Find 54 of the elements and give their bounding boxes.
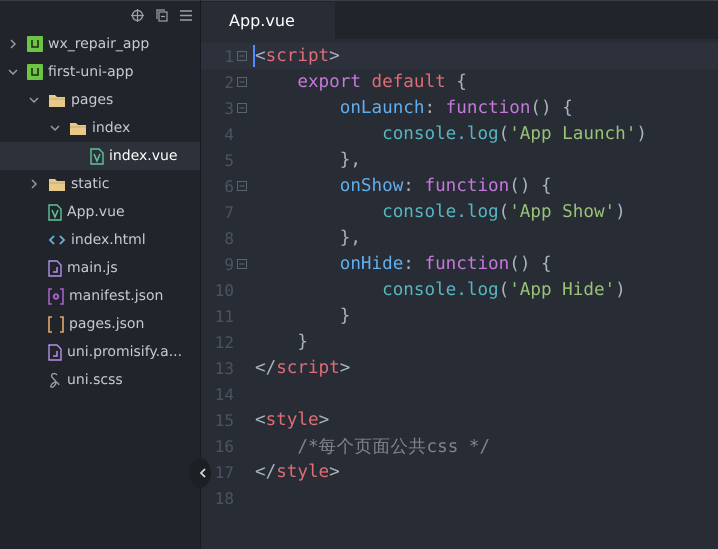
editor-tab[interactable]: App.vue <box>201 2 335 39</box>
code-line: onShow: function() { <box>338 176 552 196</box>
folder-icon <box>69 120 87 136</box>
folder-icon <box>48 92 66 108</box>
tree-item[interactable]: uni.scss <box>0 366 200 394</box>
text-cursor <box>253 45 255 67</box>
code-line: /*每个页面公共css */ <box>296 436 490 458</box>
chevron-down-icon[interactable] <box>8 67 18 77</box>
code-line: </style> <box>255 462 340 482</box>
code-line: export default { <box>296 72 467 92</box>
file-v-icon <box>48 204 62 220</box>
gear-file-icon <box>48 288 64 304</box>
file-v-icon <box>90 148 104 164</box>
code-line: console.log('App Launch') <box>381 124 647 144</box>
project-icon <box>27 64 43 80</box>
code-line: } <box>296 332 308 352</box>
code-line: </script> <box>255 358 350 378</box>
folder-icon <box>48 176 66 192</box>
tree-item[interactable]: wx_repair_app <box>0 30 200 58</box>
collapse-sidebar-button[interactable] <box>189 458 211 488</box>
code-line: console.log('App Hide') <box>381 280 626 300</box>
code-line: } <box>338 306 350 326</box>
tree-item[interactable]: manifest.json <box>0 282 200 310</box>
project-icon <box>27 36 43 52</box>
chevron-down-icon[interactable] <box>50 123 60 133</box>
code-brackets-icon <box>48 234 66 246</box>
chevron-right-icon[interactable] <box>29 179 39 189</box>
code-line: console.log('App Show') <box>381 202 626 222</box>
tree-item[interactable]: pages <box>0 86 200 114</box>
code-line: onLaunch: function() { <box>338 98 573 118</box>
code-line: onHide: function() { <box>338 254 552 274</box>
chevron-right-icon[interactable] <box>8 39 18 49</box>
collapse-all-icon[interactable] <box>156 9 168 22</box>
tree-item[interactable]: index <box>0 114 200 142</box>
code-line: <style> <box>255 410 330 430</box>
chevron-down-icon[interactable] <box>29 95 39 105</box>
locate-icon[interactable] <box>131 9 144 22</box>
tree-item[interactable]: main.js <box>0 254 200 282</box>
code-line: }, <box>338 228 361 248</box>
tree-item[interactable]: index.html <box>0 226 200 254</box>
file-j-icon <box>48 260 62 276</box>
file-j-icon <box>48 344 62 360</box>
tree-item[interactable]: uni.promisify.a... <box>0 338 200 366</box>
tree-item[interactable]: first-uni-app <box>0 58 200 86</box>
scss-swirl-icon <box>48 372 62 388</box>
tree-item[interactable]: index.vue <box>0 142 200 170</box>
menu-icon[interactable] <box>180 10 192 21</box>
chevron-left-icon <box>199 468 206 478</box>
tree-item[interactable]: static <box>0 170 200 198</box>
code-line: }, <box>338 150 361 170</box>
square-brackets-icon <box>48 316 64 332</box>
tree-item[interactable]: pages.json <box>0 310 200 338</box>
tree-item[interactable]: App.vue <box>0 198 200 226</box>
code-line: <script> <box>255 46 340 66</box>
